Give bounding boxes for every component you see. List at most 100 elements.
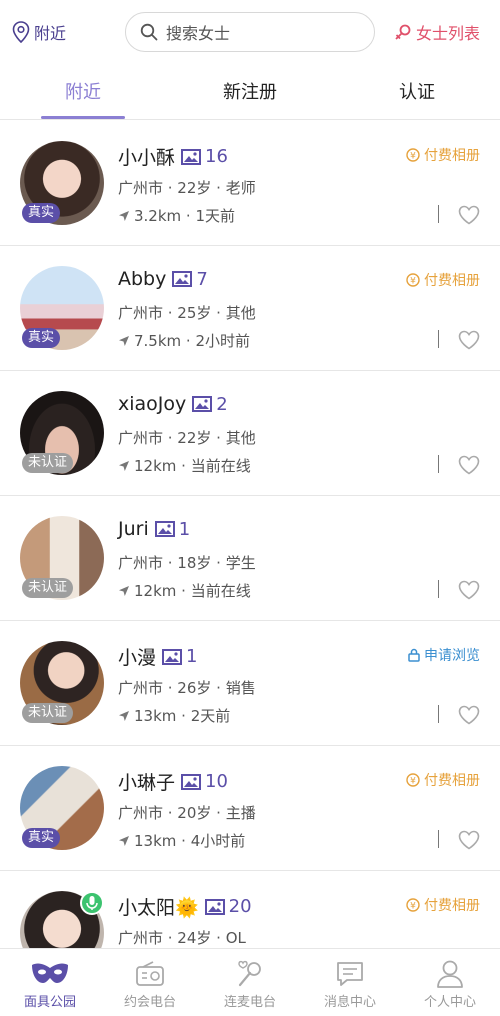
nav-personal-center[interactable]: 个人中心: [400, 957, 500, 1010]
photo-album-icon: [162, 648, 183, 665]
verified-badge: 真实: [22, 828, 61, 848]
top-bar: 附近 搜索女士 女士列表: [0, 0, 500, 64]
photo-album-icon: [181, 773, 202, 790]
user-name-row: 小漫 1: [118, 643, 197, 670]
photo-album-icon: [172, 271, 193, 287]
nav-label: 面具公园: [23, 995, 76, 1010]
user-name: 小太阳🌞: [118, 897, 199, 919]
svg-text:¥: ¥: [410, 152, 416, 162]
user-name: Abby: [118, 268, 167, 290]
user-list[interactable]: 真实 小小酥 16 ¥ 付费相册 广州市 · 22岁 · 老师 3.2km · …: [0, 121, 500, 996]
unverified-badge: 未认证: [22, 453, 74, 473]
ladies-list-button[interactable]: 女士列表: [394, 20, 480, 44]
list-item[interactable]: 未认证 Juri 1 广州市 · 18岁 · 学生 12km · 当前在线: [0, 496, 500, 621]
navigation-arrow-icon: [119, 210, 129, 221]
avatar[interactable]: 未认证: [20, 641, 104, 725]
heart-icon[interactable]: [458, 830, 480, 850]
user-name-row: 小琳子 10: [118, 768, 228, 795]
heart-icon[interactable]: [458, 330, 480, 350]
nearby-location-button[interactable]: 附近: [12, 20, 66, 44]
user-info: 广州市 · 18岁 · 学生: [118, 554, 256, 572]
avatar[interactable]: 真实: [20, 141, 104, 225]
tab-nearby[interactable]: 附近: [33, 78, 133, 104]
avatar[interactable]: 未认证: [20, 391, 104, 475]
user-name-row: xiaoJoy 2: [118, 393, 228, 415]
tab-verified[interactable]: 认证: [367, 78, 467, 104]
photo-count: 10: [181, 771, 228, 792]
request-view-tag[interactable]: 申请浏览: [408, 645, 480, 665]
divider: [438, 330, 439, 348]
paid-album-tag[interactable]: ¥ 付费相册: [406, 270, 480, 290]
coin-icon: ¥: [406, 273, 420, 287]
nav-label: 消息中心: [323, 995, 376, 1010]
location-pin-icon: [12, 21, 30, 43]
photo-album-icon: [181, 148, 202, 165]
photo-count-value: 2: [216, 393, 228, 415]
ladies-list-label: 女士列表: [415, 24, 480, 43]
user-distance-time: 12km · 当前在线: [118, 580, 251, 601]
divider: [438, 455, 439, 473]
nav-label: 连麦电台: [223, 995, 276, 1010]
search-icon: [140, 23, 158, 41]
photo-count-value: 20: [228, 896, 252, 917]
lock-icon: [408, 648, 420, 662]
heart-icon[interactable]: [458, 580, 480, 600]
nav-label: 个人中心: [423, 995, 476, 1010]
photo-count-value: 1: [186, 646, 198, 667]
heart-icon[interactable]: [458, 705, 480, 725]
list-item[interactable]: 未认证 xiaoJoy 2 广州市 · 22岁 · 其他 12km · 当前在线: [0, 371, 500, 496]
avatar[interactable]: 真实: [20, 266, 104, 350]
distance-time-text: 12km · 当前在线: [134, 457, 251, 475]
photo-count-value: 7: [196, 268, 208, 290]
paid-album-label: 付费相册: [424, 273, 480, 289]
photo-count-value: 10: [205, 771, 228, 792]
paid-album-tag[interactable]: ¥ 付费相册: [406, 770, 480, 790]
photo-album-icon: [154, 521, 175, 537]
mic-icon: [238, 960, 261, 987]
navigation-arrow-icon: [119, 835, 129, 846]
user-name: Juri: [118, 518, 149, 540]
divider: [438, 830, 439, 848]
user-name: 小漫: [118, 647, 157, 669]
list-item[interactable]: 真实 Abby 7 ¥ 付费相册 广州市 · 25岁 · 其他 7.5km · …: [0, 246, 500, 371]
heart-icon[interactable]: [458, 205, 480, 225]
avatar[interactable]: 未认证: [20, 516, 104, 600]
photo-album-icon: [192, 396, 213, 412]
paid-album-tag[interactable]: ¥ 付费相册: [406, 895, 480, 915]
user-info: 广州市 · 22岁 · 其他: [118, 429, 256, 447]
nav-message-center[interactable]: 消息中心: [300, 957, 400, 1010]
search-placeholder: 搜索女士: [166, 24, 231, 43]
verified-badge: 真实: [22, 203, 61, 223]
photo-count-value: 1: [178, 518, 191, 540]
avatar[interactable]: 真实: [20, 766, 104, 850]
user-name-row: 小小酥 16: [118, 143, 228, 170]
photo-count: 1: [162, 646, 197, 667]
heart-icon[interactable]: [458, 455, 480, 475]
coin-icon: ¥: [406, 898, 420, 912]
filter-tabs: 附近 新注册 认证: [0, 64, 500, 120]
coin-icon: ¥: [406, 148, 420, 162]
message-icon: [337, 962, 363, 986]
list-item[interactable]: 真实 小小酥 16 ¥ 付费相册 广州市 · 22岁 · 老师 3.2km · …: [0, 121, 500, 246]
list-item[interactable]: 未认证 小漫 1 申请浏览 广州市 · 26岁 · 销售 13km · 2天前: [0, 621, 500, 746]
tab-new-registered[interactable]: 新注册: [200, 78, 300, 104]
bottom-navigation: 面具公园 约会电台 连麦电台 消息中心 个人中心: [0, 948, 500, 1016]
female-symbol-icon: [395, 24, 411, 40]
photo-count: 16: [181, 146, 228, 167]
photo-album-icon: [204, 898, 225, 915]
paid-album-tag[interactable]: ¥ 付费相册: [406, 145, 480, 165]
divider: [438, 580, 439, 598]
distance-time-text: 13km · 2天前: [134, 707, 231, 725]
distance-time-text: 13km · 4小时前: [134, 832, 246, 850]
navigation-arrow-icon: [119, 460, 129, 471]
nav-dating-radio[interactable]: 约会电台: [100, 957, 200, 1010]
list-item[interactable]: 真实 小琳子 10 ¥ 付费相册 广州市 · 20岁 · 主播 13km · 4…: [0, 746, 500, 871]
distance-time-text: 12km · 当前在线: [134, 582, 251, 600]
user-distance-time: 13km · 4小时前: [118, 830, 245, 851]
search-input[interactable]: 搜索女士: [125, 12, 375, 52]
photo-count: 1: [154, 518, 191, 540]
nav-mask-park[interactable]: 面具公园: [0, 957, 100, 1010]
user-name-row: Juri 1: [118, 518, 190, 540]
nav-mic-radio[interactable]: 连麦电台: [200, 957, 300, 1010]
photo-count: 7: [172, 268, 208, 290]
